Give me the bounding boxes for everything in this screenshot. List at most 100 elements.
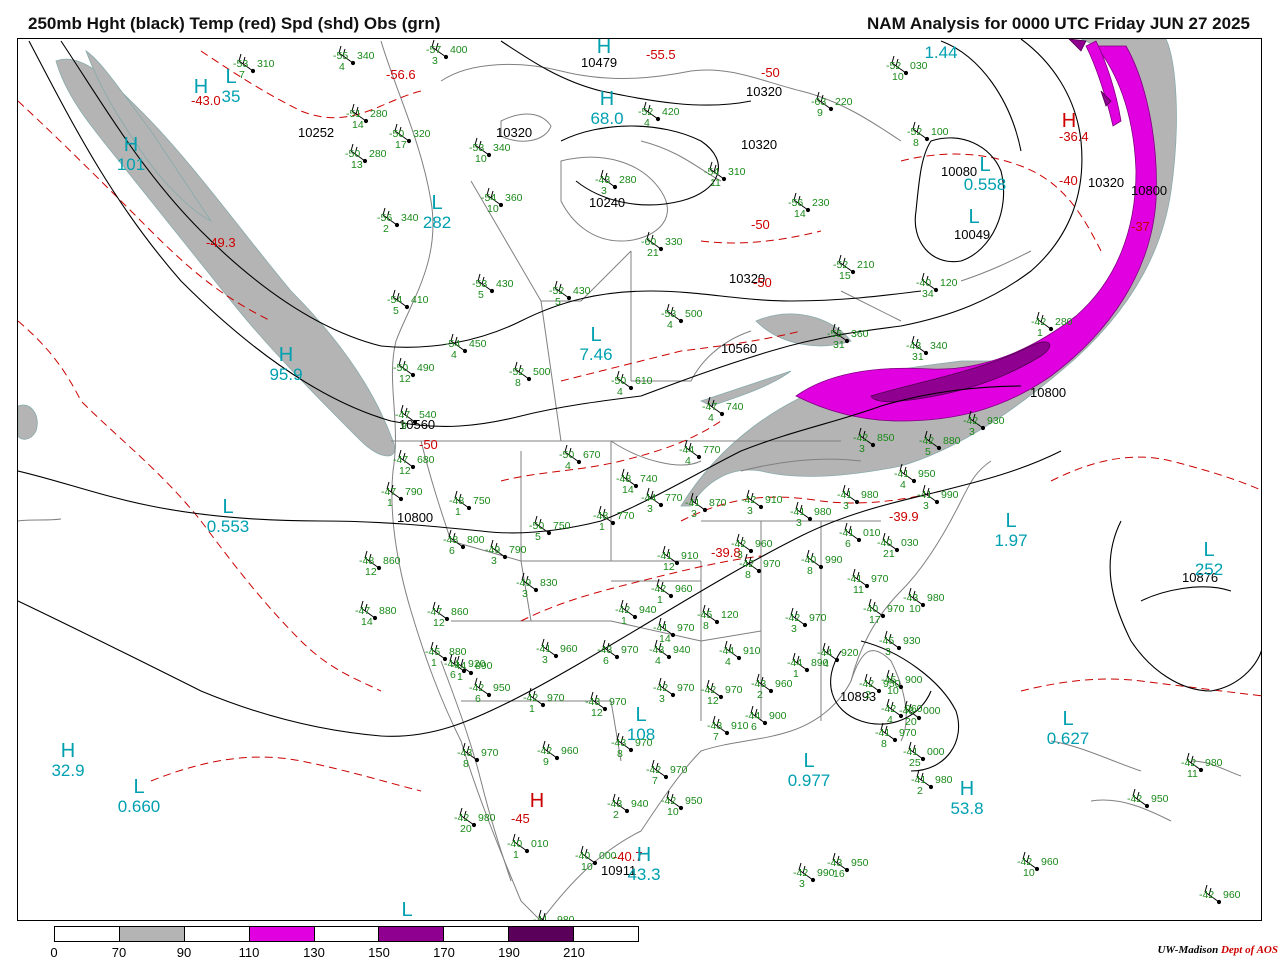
obs-height: 990 xyxy=(825,554,843,566)
obs-dewpoint-spread: 6 xyxy=(603,655,609,667)
pressure-center-value: 282 xyxy=(423,213,451,232)
obs-height: 970 xyxy=(609,696,627,708)
obs-height: 920 xyxy=(468,658,486,670)
obs-dewpoint-spread: 11 xyxy=(710,177,721,189)
obs-height: 770 xyxy=(665,492,683,504)
obs-dewpoint-spread: 6 xyxy=(845,538,851,550)
obs-dewpoint-spread: 1 xyxy=(513,849,519,861)
colorbar-segment xyxy=(249,927,315,941)
obs-dewpoint-spread: 3 xyxy=(647,503,653,515)
obs-height: 970 xyxy=(677,622,695,634)
obs-height: 220 xyxy=(835,96,853,108)
obs-height: 800 xyxy=(467,534,485,546)
colorbar-segment xyxy=(509,927,575,941)
obs-height: 980 xyxy=(814,506,832,518)
obs-dewpoint-spread: 13 xyxy=(351,159,363,171)
colorbar-tick-label: 170 xyxy=(433,945,455,960)
pressure-center-value: 95.9 xyxy=(269,365,302,384)
obs-dewpoint-spread: 5 xyxy=(535,531,541,543)
obs-height: 000 xyxy=(599,850,617,862)
pressure-center-letter: H xyxy=(124,134,138,156)
pressure-center-value: 53.8 xyxy=(950,799,983,818)
obs-dewpoint-spread: 8 xyxy=(515,377,521,389)
pressure-center-value: 0.977 xyxy=(788,771,831,790)
obs-height: 360 xyxy=(505,192,523,204)
obs-dewpoint-spread: 8 xyxy=(463,758,469,770)
obs-height: 280 xyxy=(619,174,637,186)
temperature-contour-label: -37 xyxy=(1131,219,1150,234)
obs-dewpoint-spread: 3 xyxy=(843,500,849,512)
colorbar-tick-label: 0 xyxy=(50,945,58,960)
obs-dewpoint-spread: 2 xyxy=(383,223,389,235)
obs-height: 000 xyxy=(927,746,945,758)
obs-height: 940 xyxy=(673,644,691,656)
obs-height: 490 xyxy=(417,362,435,374)
obs-height: 980 xyxy=(927,592,945,604)
obs-dewpoint-spread: 10 xyxy=(909,603,921,615)
temperature-isotherms xyxy=(18,50,1261,792)
obs-dewpoint-spread: 4 xyxy=(823,658,829,670)
obs-height: 500 xyxy=(685,308,703,320)
colorbar-segment xyxy=(444,927,510,941)
obs-dewpoint-spread: 11 xyxy=(853,584,864,596)
chart-title: 250mb Hght (black) Temp (red) Spd (shd) … xyxy=(28,14,441,33)
temperature-labels: -56.6-55.5-50-43.0-49.3-36.4-40-37-50-50… xyxy=(191,47,1150,864)
pressure-center-letter: H xyxy=(279,344,293,366)
pressure-center-value: 0.660 xyxy=(118,797,161,816)
temperature-contour-label: -50 xyxy=(419,437,438,452)
obs-height: 360 xyxy=(851,328,869,340)
obs-dewpoint-spread: 12 xyxy=(663,561,675,573)
obs-dewpoint-spread: 8 xyxy=(881,738,887,750)
obs-height: 980 xyxy=(861,489,879,501)
colorbar-tick-label: 190 xyxy=(498,945,520,960)
pressure-center-letter: L xyxy=(133,776,144,798)
obs-height: 340 xyxy=(401,212,419,224)
station-obs: -42 960 xyxy=(1199,889,1241,901)
obs-dewpoint-spread: 6 xyxy=(449,545,455,557)
obs-dewpoint-spread: 2 xyxy=(865,689,871,701)
obs-dewpoint-spread: 6 xyxy=(751,721,757,733)
obs-dewpoint-spread: 4 xyxy=(655,655,661,667)
obs-height: 980 xyxy=(935,774,953,786)
station-obs: -41 980 xyxy=(533,914,575,921)
obs-dewpoint-spread: 3 xyxy=(885,646,891,658)
obs-dewpoint-spread: 3 xyxy=(659,693,665,705)
obs-height: 430 xyxy=(496,278,514,290)
obs-dewpoint-spread: 1 xyxy=(529,703,535,715)
height-contour-label: 10240 xyxy=(589,195,625,210)
obs-height: 850 xyxy=(877,432,895,444)
obs-height: 920 xyxy=(841,647,859,659)
colorbar-segment xyxy=(574,927,639,941)
obs-dewpoint-spread: 16 xyxy=(833,868,845,880)
obs-height: 280 xyxy=(369,148,387,160)
obs-temperature: -42 xyxy=(1199,889,1214,901)
obs-height: 750 xyxy=(553,520,571,532)
obs-height: 910 xyxy=(681,550,699,562)
height-contours xyxy=(18,39,1261,772)
obs-temperature: -41 xyxy=(533,914,548,921)
obs-dewpoint-spread: 3 xyxy=(522,588,528,600)
obs-dewpoint-spread: 8 xyxy=(617,748,623,760)
obs-height: 960 xyxy=(561,745,579,757)
colorbar-tick-label: 90 xyxy=(176,945,192,960)
obs-temperature: -42 xyxy=(1127,793,1142,805)
obs-height: 280 xyxy=(370,108,388,120)
obs-height: 940 xyxy=(631,798,649,810)
pressure-center-letter: L xyxy=(979,154,990,176)
height-contour-label: 10049 xyxy=(954,227,990,242)
obs-height: 880 xyxy=(943,435,961,447)
obs-dewpoint-spread: 1 xyxy=(1037,327,1043,339)
obs-height: 970 xyxy=(621,644,639,656)
obs-height: 330 xyxy=(665,236,683,248)
obs-height: 830 xyxy=(540,577,558,589)
obs-height: 420 xyxy=(662,106,680,118)
obs-dewpoint-spread: 4 xyxy=(900,479,906,491)
pressure-center-letter: L xyxy=(968,206,979,228)
colorbar-tick-label: 150 xyxy=(368,945,390,960)
temperature-contour-label: -40 xyxy=(1059,173,1078,188)
obs-dewpoint-spread: 3 xyxy=(601,185,607,197)
obs-dewpoint-spread: 5 xyxy=(555,296,561,308)
obs-dewpoint-spread: 12 xyxy=(399,465,411,477)
colorbar-tick-label: 110 xyxy=(238,945,260,960)
obs-dewpoint-spread: 12 xyxy=(365,566,377,578)
